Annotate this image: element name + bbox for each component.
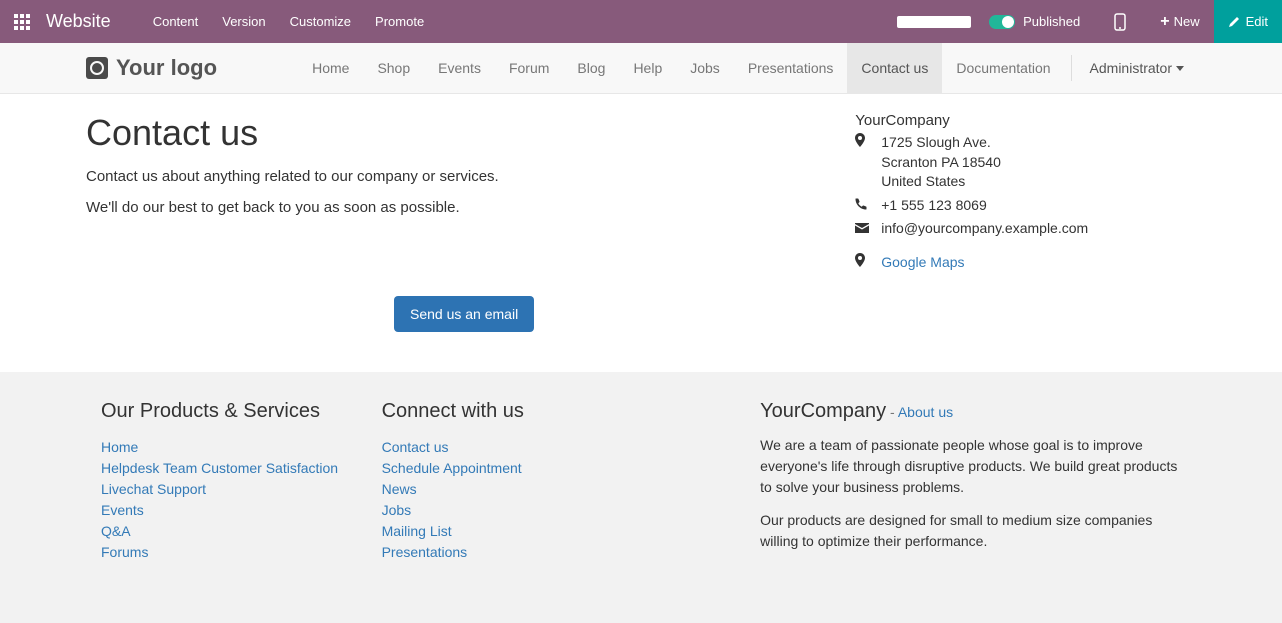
footer-link[interactable]: Events <box>101 502 144 518</box>
lead-1: Contact us about anything related to our… <box>86 168 825 185</box>
footer-heading: Connect with us <box>382 400 633 423</box>
pencil-icon <box>1228 16 1240 28</box>
plus-icon: + <box>1160 14 1169 30</box>
admin-menu[interactable]: Administrator <box>1078 43 1196 93</box>
footer-link-item: Schedule Appointment <box>382 458 633 479</box>
nav-link-events[interactable]: Events <box>424 43 495 93</box>
nav-link-documentation[interactable]: Documentation <box>942 43 1064 93</box>
separator: - <box>886 404 898 420</box>
footer-link-item: Home <box>101 437 352 458</box>
footer-link[interactable]: Schedule Appointment <box>382 460 522 476</box>
footer-link-item: Q&A <box>101 521 352 542</box>
footer-link[interactable]: Home <box>101 439 138 455</box>
google-maps-link[interactable]: Google Maps <box>881 253 964 273</box>
new-label: New <box>1174 14 1200 29</box>
site-nav-wrap: Your logo HomeShopEventsForumBlogHelpJob… <box>0 43 1282 94</box>
publish-label: Published <box>1023 14 1080 29</box>
progress-indicator <box>897 16 971 28</box>
menu-customize[interactable]: Customize <box>278 0 363 43</box>
nav-link-blog[interactable]: Blog <box>563 43 619 93</box>
company-name: YourCompany <box>855 112 1195 129</box>
footer-company-name: YourCompany <box>760 400 886 422</box>
nav-link-help[interactable]: Help <box>619 43 676 93</box>
map-marker-icon <box>855 133 871 192</box>
logo-text: Your logo <box>116 55 217 81</box>
footer-link[interactable]: Helpdesk Team Customer Satisfaction <box>101 460 338 476</box>
admin-label: Administrator <box>1090 60 1172 76</box>
menu-promote[interactable]: Promote <box>363 0 436 43</box>
page-footer: Our Products & Services Home Helpdesk Tea… <box>0 372 1282 623</box>
publish-toggle[interactable] <box>989 15 1015 29</box>
address-line-2: Scranton PA 18540 <box>881 153 1001 173</box>
envelope-icon <box>855 219 871 239</box>
footer-col-products: Our Products & Services Home Helpdesk Tea… <box>86 400 367 563</box>
map-marker-icon <box>855 253 871 273</box>
address-line-3: United States <box>881 172 1001 192</box>
nav-link-shop[interactable]: Shop <box>363 43 424 93</box>
chevron-down-icon <box>1176 66 1184 71</box>
phone-icon <box>855 196 871 216</box>
site-logo[interactable]: Your logo <box>86 55 217 81</box>
send-email-button[interactable]: Send us an email <box>394 296 534 332</box>
about-us-link[interactable]: About us <box>898 404 953 420</box>
nav-link-contact-us[interactable]: Contact us <box>847 43 942 93</box>
email-address: info@yourcompany.example.com <box>881 219 1088 239</box>
footer-col-about: YourCompany - About us We are a team of … <box>745 400 1196 563</box>
footer-link-item: Events <box>101 500 352 521</box>
nav-divider <box>1071 55 1072 81</box>
mobile-preview-icon[interactable] <box>1100 0 1146 43</box>
footer-link[interactable]: Jobs <box>382 502 412 518</box>
footer-link[interactable]: Forums <box>101 544 148 560</box>
footer-link-item: Livechat Support <box>101 479 352 500</box>
content-left: Contact us Contact us about anything rel… <box>86 112 825 332</box>
footer-link-item: Presentations <box>382 542 633 563</box>
new-button[interactable]: + New <box>1146 0 1213 43</box>
about-paragraph-1: We are a team of passionate people whose… <box>760 435 1181 498</box>
footer-link-item: Forums <box>101 542 352 563</box>
app-topbar: Website Content Version Customize Promot… <box>0 0 1282 43</box>
footer-link-item: News <box>382 479 633 500</box>
phone-number: +1 555 123 8069 <box>881 196 987 216</box>
page-title: Contact us <box>86 112 825 154</box>
nav-link-home[interactable]: Home <box>298 43 363 93</box>
edit-button[interactable]: Edit <box>1214 0 1282 43</box>
menu-version[interactable]: Version <box>210 0 277 43</box>
top-menu: Content Version Customize Promote <box>141 0 436 43</box>
lead-2: We'll do our best to get back to you as … <box>86 199 825 216</box>
app-brand[interactable]: Website <box>46 11 111 32</box>
about-paragraph-2: Our products are designed for small to m… <box>760 510 1181 552</box>
footer-heading: Our Products & Services <box>101 400 352 423</box>
menu-content[interactable]: Content <box>141 0 211 43</box>
footer-col-connect: Connect with us Contact us Schedule Appoi… <box>367 400 648 563</box>
main-nav: HomeShopEventsForumBlogHelpJobsPresentat… <box>298 43 1196 93</box>
nav-link-presentations[interactable]: Presentations <box>734 43 848 93</box>
apps-icon[interactable] <box>8 8 36 36</box>
camera-icon <box>86 57 108 79</box>
topbar-right: Published + New Edit <box>897 0 1282 43</box>
footer-link-item: Contact us <box>382 437 633 458</box>
footer-link-item: Jobs <box>382 500 633 521</box>
content-right: YourCompany 1725 Slough Ave. Scranton PA… <box>825 112 1195 332</box>
footer-link[interactable]: Presentations <box>382 544 468 560</box>
footer-link-item: Helpdesk Team Customer Satisfaction <box>101 458 352 479</box>
footer-link-item: Mailing List <box>382 521 633 542</box>
footer-link[interactable]: Livechat Support <box>101 481 206 497</box>
footer-link[interactable]: News <box>382 481 417 497</box>
edit-label: Edit <box>1246 14 1268 29</box>
footer-link[interactable]: Contact us <box>382 439 449 455</box>
nav-link-forum[interactable]: Forum <box>495 43 563 93</box>
footer-link[interactable]: Q&A <box>101 523 131 539</box>
nav-link-jobs[interactable]: Jobs <box>676 43 734 93</box>
address-line-1: 1725 Slough Ave. <box>881 133 1001 153</box>
footer-link[interactable]: Mailing List <box>382 523 452 539</box>
